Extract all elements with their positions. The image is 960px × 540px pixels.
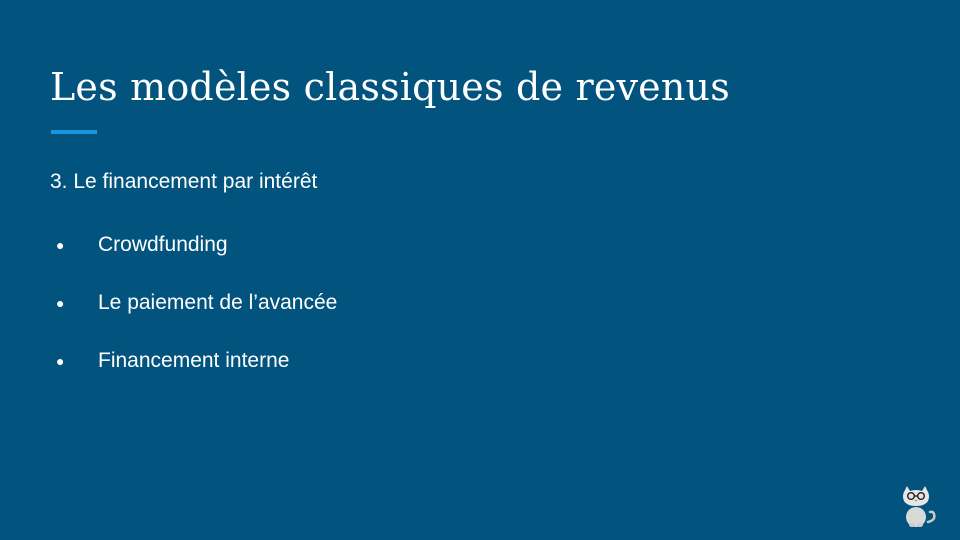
title-underline <box>51 130 97 134</box>
slide-title: Les modèles classiques de revenus <box>50 65 730 109</box>
bullet-text: Crowdfunding <box>98 233 228 256</box>
bullet-item-crowdfunding: ● Crowdfunding <box>56 230 337 288</box>
slide: Les modèles classiques de revenus 3. Le … <box>0 0 960 540</box>
bullet-item-financement-interne: ● Financement interne <box>56 346 337 404</box>
bullet-icon: ● <box>56 295 65 311</box>
bullet-item-paiement-avancee: ● Le paiement de l’avancée <box>56 288 337 346</box>
bullet-list: ● Crowdfunding ● Le paiement de l’avancé… <box>56 230 337 404</box>
bullet-text: Le paiement de l’avancée <box>98 291 338 314</box>
bullet-icon: ● <box>56 237 65 253</box>
section-heading: 3. Le financement par intérêt <box>50 170 318 193</box>
bullet-icon: ● <box>56 353 65 369</box>
cat-with-glasses-icon <box>903 486 936 527</box>
bullet-text: Financement interne <box>98 349 290 372</box>
